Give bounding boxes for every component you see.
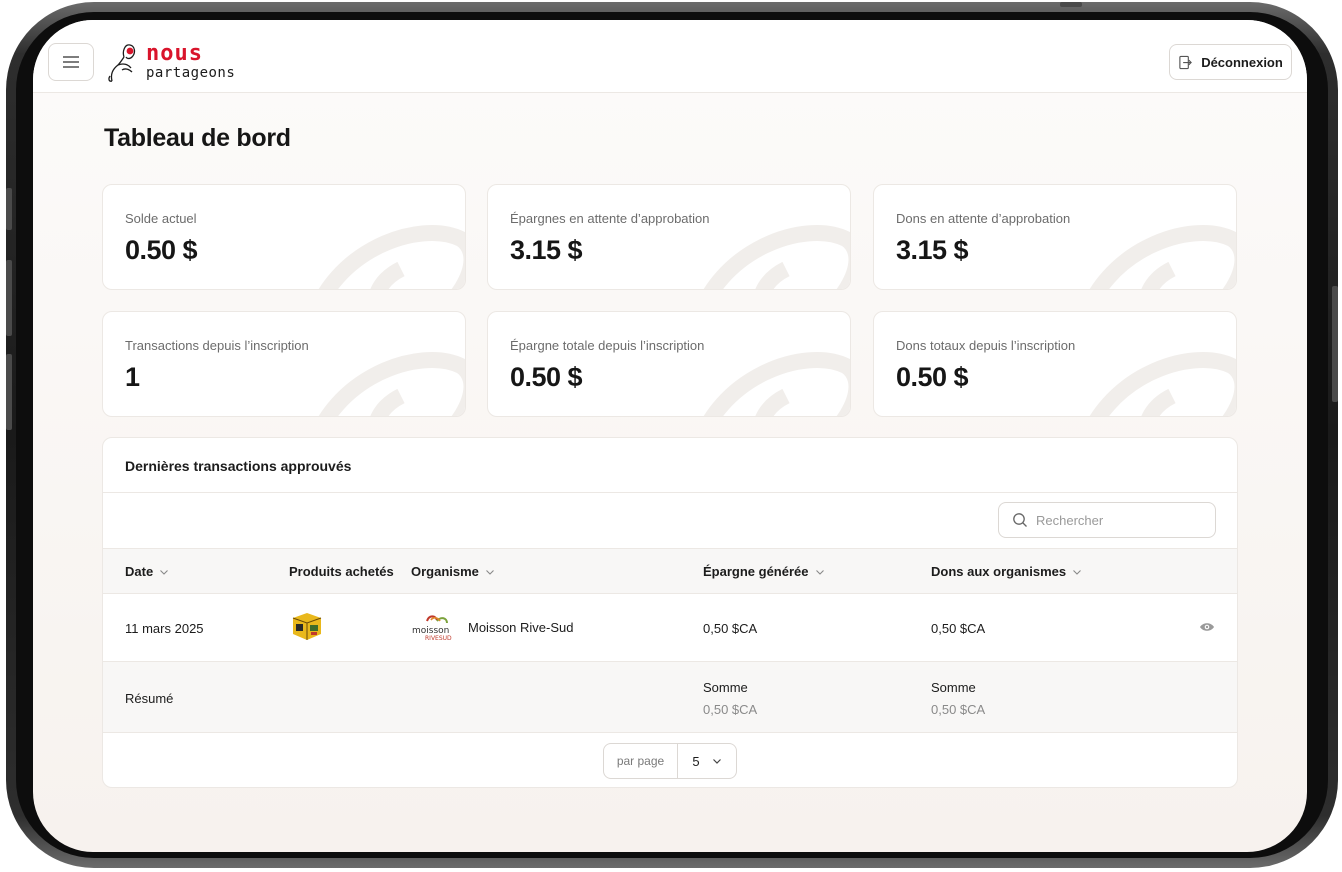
stat-value: 0.50 $ [510, 362, 583, 392]
swirl-decoration-icon [1089, 224, 1236, 289]
swirl-decoration-icon [318, 224, 465, 289]
divider [103, 492, 1237, 493]
row-donations: 0,50 $CA [931, 621, 986, 636]
summary-donations-label: Somme [931, 680, 976, 695]
row-date: 11 mars 2025 [125, 621, 204, 636]
logo-mark-icon [108, 44, 136, 82]
column-label: Dons aux organismes [931, 564, 1067, 579]
hamburger-icon [63, 57, 79, 67]
chevron-down-icon [1073, 569, 1081, 575]
volume-up-button [6, 260, 12, 336]
svg-text:RIVESUD: RIVESUD [425, 635, 452, 642]
search-box[interactable] [998, 502, 1216, 538]
per-page-label: par page [604, 744, 678, 778]
stat-card-current-balance: Solde actuel 0.50 $ [102, 184, 466, 290]
stat-label: Dons en attente d’approbation [896, 211, 1071, 226]
page-title: Tableau de bord [104, 124, 291, 152]
eye-icon[interactable] [1199, 620, 1215, 634]
logo[interactable]: nous partageons [106, 41, 235, 83]
stat-card-total-savings: Épargne totale depuis l’inscription 0.50… [487, 311, 851, 417]
column-header-date[interactable]: Date [125, 564, 169, 579]
transactions-panel: Dernières transactions approuvés Date Pr… [102, 437, 1238, 788]
column-label: Épargne générée [703, 564, 809, 579]
table-header: Date Produits achetés Organisme Épargne … [103, 548, 1237, 594]
stat-card-transactions-count: Transactions depuis l’inscription 1 [102, 311, 466, 417]
swirl-decoration-icon [1089, 351, 1236, 416]
row-organization: Moisson Rive-Sud [468, 620, 574, 635]
logout-label: Déconnexion [1201, 54, 1283, 70]
chevron-down-icon [160, 569, 169, 575]
summary-label: Résumé [125, 691, 174, 706]
column-header-donations[interactable]: Dons aux organismes [931, 564, 1082, 579]
stat-value: 3.15 $ [510, 235, 583, 265]
stat-label: Dons totaux depuis l’inscription [896, 338, 1076, 353]
stat-label: Transactions depuis l’inscription [125, 338, 309, 353]
search-input[interactable] [1036, 512, 1196, 528]
per-page-value: 5 [692, 753, 700, 769]
volume-button [6, 188, 12, 230]
chevron-down-icon [712, 759, 721, 764]
per-page-selector[interactable]: par page 5 [603, 743, 737, 779]
column-label: Organisme [411, 564, 479, 579]
summary-donations-value: 0,50 $CA [931, 702, 986, 717]
stat-label: Épargnes en attente d’approbation [510, 211, 710, 226]
row-savings: 0,50 $CA [703, 621, 758, 636]
stat-card-pending-donations: Dons en attente d’approbation 3.15 $ [873, 184, 1237, 290]
per-page-dropdown[interactable]: 5 [678, 754, 736, 769]
logout-button[interactable]: Déconnexion [1169, 44, 1292, 80]
table-row[interactable]: 11 mars 2025 moisson RIVESUD Moisson Riv… [103, 594, 1237, 662]
stat-label: Solde actuel [125, 211, 197, 226]
logo-wordmark-secondary: partageons [146, 65, 236, 81]
stat-value: 0.50 $ [125, 235, 198, 265]
column-label: Produits achetés [289, 564, 394, 579]
summary-savings-label: Somme [703, 680, 748, 695]
power-button [1332, 286, 1338, 402]
swirl-decoration-icon [318, 351, 465, 416]
volume-down-button [6, 354, 12, 430]
top-bar: nous partageons Déconnexion [33, 20, 1307, 93]
organization-logo: moisson RIVESUD [412, 615, 452, 642]
chevron-down-icon [486, 569, 494, 575]
summary-savings-value: 0,50 $CA [703, 702, 758, 717]
stat-card-pending-savings: Épargnes en attente d’approbation 3.15 $ [487, 184, 851, 290]
column-header-products: Produits achetés [289, 564, 394, 579]
stat-value: 1 [125, 362, 140, 392]
panel-title: Dernières transactions approuvés [125, 458, 352, 474]
app-screen: nous partageons Déconnexion Tableau de b… [33, 20, 1307, 852]
product-thumbnail [292, 613, 322, 640]
menu-button[interactable] [48, 43, 94, 81]
column-header-organization[interactable]: Organisme [411, 564, 495, 579]
column-header-savings[interactable]: Épargne générée [703, 564, 825, 579]
logo-wordmark-primary: nous [146, 41, 203, 66]
stat-value: 0.50 $ [896, 362, 969, 392]
table-summary-row: Résumé Somme 0,50 $CA Somme 0,50 $CA [103, 662, 1237, 733]
logout-icon [1179, 55, 1193, 69]
search-icon [1013, 513, 1027, 527]
stat-card-total-donations: Dons totaux depuis l’inscription 0.50 $ [873, 311, 1237, 417]
top-button [1060, 2, 1082, 7]
column-label: Date [125, 564, 154, 579]
swirl-decoration-icon [703, 351, 850, 416]
stat-label: Épargne totale depuis l’inscription [510, 338, 705, 353]
swirl-decoration-icon [703, 224, 850, 289]
stat-value: 3.15 $ [896, 235, 969, 265]
chevron-down-icon [815, 569, 824, 575]
